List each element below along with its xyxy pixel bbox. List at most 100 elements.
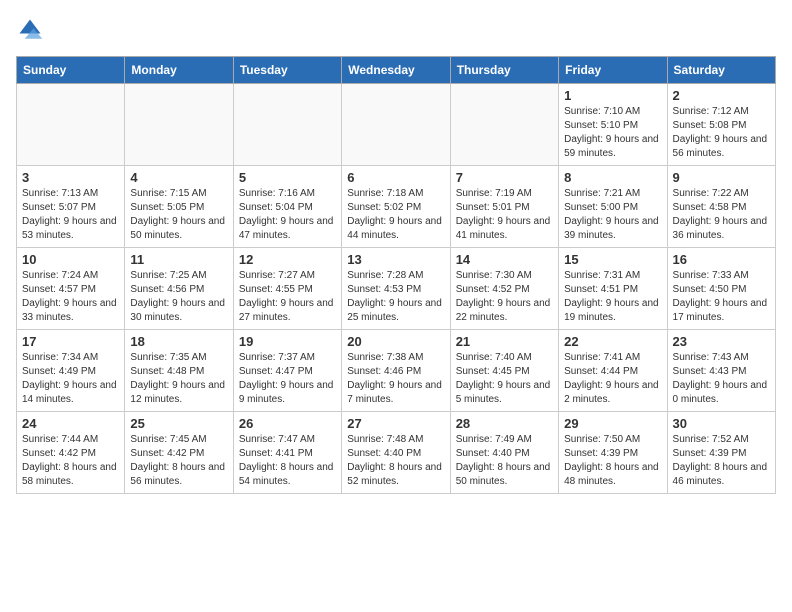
day-info: Sunrise: 7:40 AM Sunset: 4:45 PM Dayligh… <box>456 351 553 407</box>
day-info: Sunrise: 7:41 AM Sunset: 4:44 PM Dayligh… <box>564 351 661 407</box>
day-number: 10 <box>22 252 119 267</box>
day-info: Sunrise: 7:35 AM Sunset: 4:48 PM Dayligh… <box>130 351 227 407</box>
calendar-cell: 20 Sunrise: 7:38 AM Sunset: 4:46 PM Dayli… <box>342 330 450 412</box>
day-number: 20 <box>347 334 444 349</box>
day-number: 24 <box>22 416 119 431</box>
day-number: 1 <box>564 88 661 103</box>
calendar-cell: 9 Sunrise: 7:22 AM Sunset: 4:58 PM Daylig… <box>667 166 775 248</box>
calendar-cell <box>17 84 125 166</box>
calendar-cell: 27 Sunrise: 7:48 AM Sunset: 4:40 PM Dayli… <box>342 412 450 494</box>
calendar-week-row: 17 Sunrise: 7:34 AM Sunset: 4:49 PM Dayli… <box>17 330 776 412</box>
day-number: 2 <box>673 88 770 103</box>
day-number: 8 <box>564 170 661 185</box>
day-info: Sunrise: 7:43 AM Sunset: 4:43 PM Dayligh… <box>673 351 770 407</box>
day-number: 15 <box>564 252 661 267</box>
day-info: Sunrise: 7:16 AM Sunset: 5:04 PM Dayligh… <box>239 187 336 243</box>
calendar-header-sunday: Sunday <box>17 57 125 84</box>
day-info: Sunrise: 7:15 AM Sunset: 5:05 PM Dayligh… <box>130 187 227 243</box>
calendar-cell: 30 Sunrise: 7:52 AM Sunset: 4:39 PM Dayli… <box>667 412 775 494</box>
day-number: 5 <box>239 170 336 185</box>
calendar-cell: 4 Sunrise: 7:15 AM Sunset: 5:05 PM Daylig… <box>125 166 233 248</box>
calendar-cell: 28 Sunrise: 7:49 AM Sunset: 4:40 PM Dayli… <box>450 412 558 494</box>
day-number: 30 <box>673 416 770 431</box>
calendar-cell: 11 Sunrise: 7:25 AM Sunset: 4:56 PM Dayli… <box>125 248 233 330</box>
day-info: Sunrise: 7:31 AM Sunset: 4:51 PM Dayligh… <box>564 269 661 325</box>
calendar-cell: 15 Sunrise: 7:31 AM Sunset: 4:51 PM Dayli… <box>559 248 667 330</box>
calendar-week-row: 1 Sunrise: 7:10 AM Sunset: 5:10 PM Daylig… <box>17 84 776 166</box>
calendar-cell: 7 Sunrise: 7:19 AM Sunset: 5:01 PM Daylig… <box>450 166 558 248</box>
day-info: Sunrise: 7:13 AM Sunset: 5:07 PM Dayligh… <box>22 187 119 243</box>
calendar-cell <box>125 84 233 166</box>
day-number: 23 <box>673 334 770 349</box>
day-info: Sunrise: 7:22 AM Sunset: 4:58 PM Dayligh… <box>673 187 770 243</box>
calendar-header-thursday: Thursday <box>450 57 558 84</box>
day-info: Sunrise: 7:24 AM Sunset: 4:57 PM Dayligh… <box>22 269 119 325</box>
day-number: 27 <box>347 416 444 431</box>
day-number: 11 <box>130 252 227 267</box>
day-number: 3 <box>22 170 119 185</box>
day-info: Sunrise: 7:18 AM Sunset: 5:02 PM Dayligh… <box>347 187 444 243</box>
calendar-cell: 23 Sunrise: 7:43 AM Sunset: 4:43 PM Dayli… <box>667 330 775 412</box>
calendar-cell: 6 Sunrise: 7:18 AM Sunset: 5:02 PM Daylig… <box>342 166 450 248</box>
calendar-cell: 25 Sunrise: 7:45 AM Sunset: 4:42 PM Dayli… <box>125 412 233 494</box>
day-info: Sunrise: 7:50 AM Sunset: 4:39 PM Dayligh… <box>564 433 661 489</box>
day-number: 28 <box>456 416 553 431</box>
day-number: 9 <box>673 170 770 185</box>
day-number: 21 <box>456 334 553 349</box>
day-info: Sunrise: 7:33 AM Sunset: 4:50 PM Dayligh… <box>673 269 770 325</box>
day-info: Sunrise: 7:28 AM Sunset: 4:53 PM Dayligh… <box>347 269 444 325</box>
calendar-week-row: 10 Sunrise: 7:24 AM Sunset: 4:57 PM Dayli… <box>17 248 776 330</box>
calendar-week-row: 24 Sunrise: 7:44 AM Sunset: 4:42 PM Dayli… <box>17 412 776 494</box>
calendar-cell: 14 Sunrise: 7:30 AM Sunset: 4:52 PM Dayli… <box>450 248 558 330</box>
calendar-cell: 21 Sunrise: 7:40 AM Sunset: 4:45 PM Dayli… <box>450 330 558 412</box>
calendar-cell: 12Sunrise: 7:27 AM Sunset: 4:55 PM Dayli… <box>233 248 341 330</box>
day-number: 22 <box>564 334 661 349</box>
day-info: Sunrise: 7:48 AM Sunset: 4:40 PM Dayligh… <box>347 433 444 489</box>
day-info: Sunrise: 7:27 AM Sunset: 4:55 PM Dayligh… <box>239 269 336 325</box>
day-info: Sunrise: 7:10 AM Sunset: 5:10 PM Dayligh… <box>564 105 661 161</box>
day-info: Sunrise: 7:49 AM Sunset: 4:40 PM Dayligh… <box>456 433 553 489</box>
calendar-cell: 19 Sunrise: 7:37 AM Sunset: 4:47 PM Dayli… <box>233 330 341 412</box>
day-number: 17 <box>22 334 119 349</box>
day-info: Sunrise: 7:30 AM Sunset: 4:52 PM Dayligh… <box>456 269 553 325</box>
day-number: 26 <box>239 416 336 431</box>
calendar-cell <box>342 84 450 166</box>
calendar-header-saturday: Saturday <box>667 57 775 84</box>
day-number: 7 <box>456 170 553 185</box>
day-number: 4 <box>130 170 227 185</box>
day-info: Sunrise: 7:19 AM Sunset: 5:01 PM Dayligh… <box>456 187 553 243</box>
logo-icon <box>16 16 44 44</box>
day-info: Sunrise: 7:45 AM Sunset: 4:42 PM Dayligh… <box>130 433 227 489</box>
day-info: Sunrise: 7:47 AM Sunset: 4:41 PM Dayligh… <box>239 433 336 489</box>
calendar-cell: 22 Sunrise: 7:41 AM Sunset: 4:44 PM Dayli… <box>559 330 667 412</box>
calendar-cell: 1 Sunrise: 7:10 AM Sunset: 5:10 PM Daylig… <box>559 84 667 166</box>
day-info: Sunrise: 7:38 AM Sunset: 4:46 PM Dayligh… <box>347 351 444 407</box>
day-info: Sunrise: 7:12 AM Sunset: 5:08 PM Dayligh… <box>673 105 770 161</box>
calendar-cell: 5 Sunrise: 7:16 AM Sunset: 5:04 PM Daylig… <box>233 166 341 248</box>
day-number: 6 <box>347 170 444 185</box>
calendar-cell: 16 Sunrise: 7:33 AM Sunset: 4:50 PM Dayli… <box>667 248 775 330</box>
calendar-header-tuesday: Tuesday <box>233 57 341 84</box>
page-header <box>16 16 776 44</box>
calendar-header-wednesday: Wednesday <box>342 57 450 84</box>
calendar-header-monday: Monday <box>125 57 233 84</box>
calendar-cell: 17 Sunrise: 7:34 AM Sunset: 4:49 PM Dayli… <box>17 330 125 412</box>
day-number: 14 <box>456 252 553 267</box>
logo <box>16 16 48 44</box>
calendar-header-row: SundayMondayTuesdayWednesdayThursdayFrid… <box>17 57 776 84</box>
day-info: Sunrise: 7:52 AM Sunset: 4:39 PM Dayligh… <box>673 433 770 489</box>
day-number: 16 <box>673 252 770 267</box>
calendar-cell: 18 Sunrise: 7:35 AM Sunset: 4:48 PM Dayli… <box>125 330 233 412</box>
day-number: 19 <box>239 334 336 349</box>
calendar-cell: 8Sunrise: 7:21 AM Sunset: 5:00 PM Daylig… <box>559 166 667 248</box>
day-info: Sunrise: 7:25 AM Sunset: 4:56 PM Dayligh… <box>130 269 227 325</box>
day-info: Sunrise: 7:37 AM Sunset: 4:47 PM Dayligh… <box>239 351 336 407</box>
calendar-cell: 3 Sunrise: 7:13 AM Sunset: 5:07 PM Daylig… <box>17 166 125 248</box>
day-number: 29 <box>564 416 661 431</box>
day-info: Sunrise: 7:44 AM Sunset: 4:42 PM Dayligh… <box>22 433 119 489</box>
calendar-table: SundayMondayTuesdayWednesdayThursdayFrid… <box>16 56 776 494</box>
day-info: Sunrise: 7:34 AM Sunset: 4:49 PM Dayligh… <box>22 351 119 407</box>
day-number: 18 <box>130 334 227 349</box>
calendar-cell <box>450 84 558 166</box>
day-number: 25 <box>130 416 227 431</box>
